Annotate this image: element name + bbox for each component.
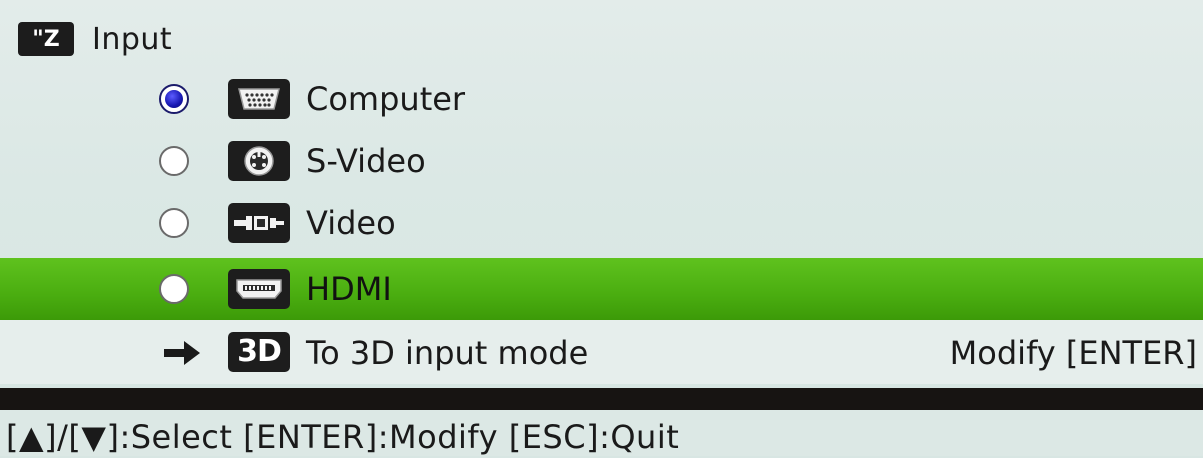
input-menu-screen: "Z Input Computer S-Video Video HDMI 3D … [0, 0, 1203, 456]
vga-port-icon [228, 79, 290, 119]
key-hint-text: [▲]/[▼]:Select [ENTER]:Modify [ESC]:Quit [6, 418, 680, 456]
3d-badge-icon: 3D [228, 332, 290, 372]
radio-video[interactable] [159, 208, 189, 238]
source-item-s-video[interactable]: S-Video [0, 130, 1203, 192]
radio-hdmi[interactable] [159, 274, 189, 304]
separator-bar [0, 388, 1203, 410]
source-label: S-Video [306, 142, 426, 180]
source-label: Video [306, 204, 396, 242]
s-video-port-icon [228, 141, 290, 181]
source-item-hdmi[interactable]: HDMI [0, 258, 1203, 320]
input-source-icon: "Z [18, 22, 74, 56]
composite-video-port-icon [228, 203, 290, 243]
menu-header: "Z Input [18, 14, 172, 64]
radio-s-video[interactable] [159, 146, 189, 176]
source-item-computer[interactable]: Computer [0, 68, 1203, 130]
source-item-video[interactable]: Video [0, 192, 1203, 254]
footer-help: [▲]/[▼]:Select [ENTER]:Modify [ESC]:Quit [0, 410, 1203, 456]
source-label: HDMI [306, 270, 392, 308]
hdmi-port-icon [228, 269, 290, 309]
source-label: Computer [306, 80, 466, 118]
menu-title: Input [92, 21, 173, 57]
modify-enter-hint[interactable]: Modify [ENTER] [950, 332, 1197, 374]
mode-3d-item[interactable]: 3D To 3D input mode Modify [ENTER] [0, 320, 1203, 384]
arrow-right-icon [162, 338, 202, 368]
radio-computer[interactable] [159, 84, 189, 114]
mode-3d-label: To 3D input mode [306, 334, 589, 372]
